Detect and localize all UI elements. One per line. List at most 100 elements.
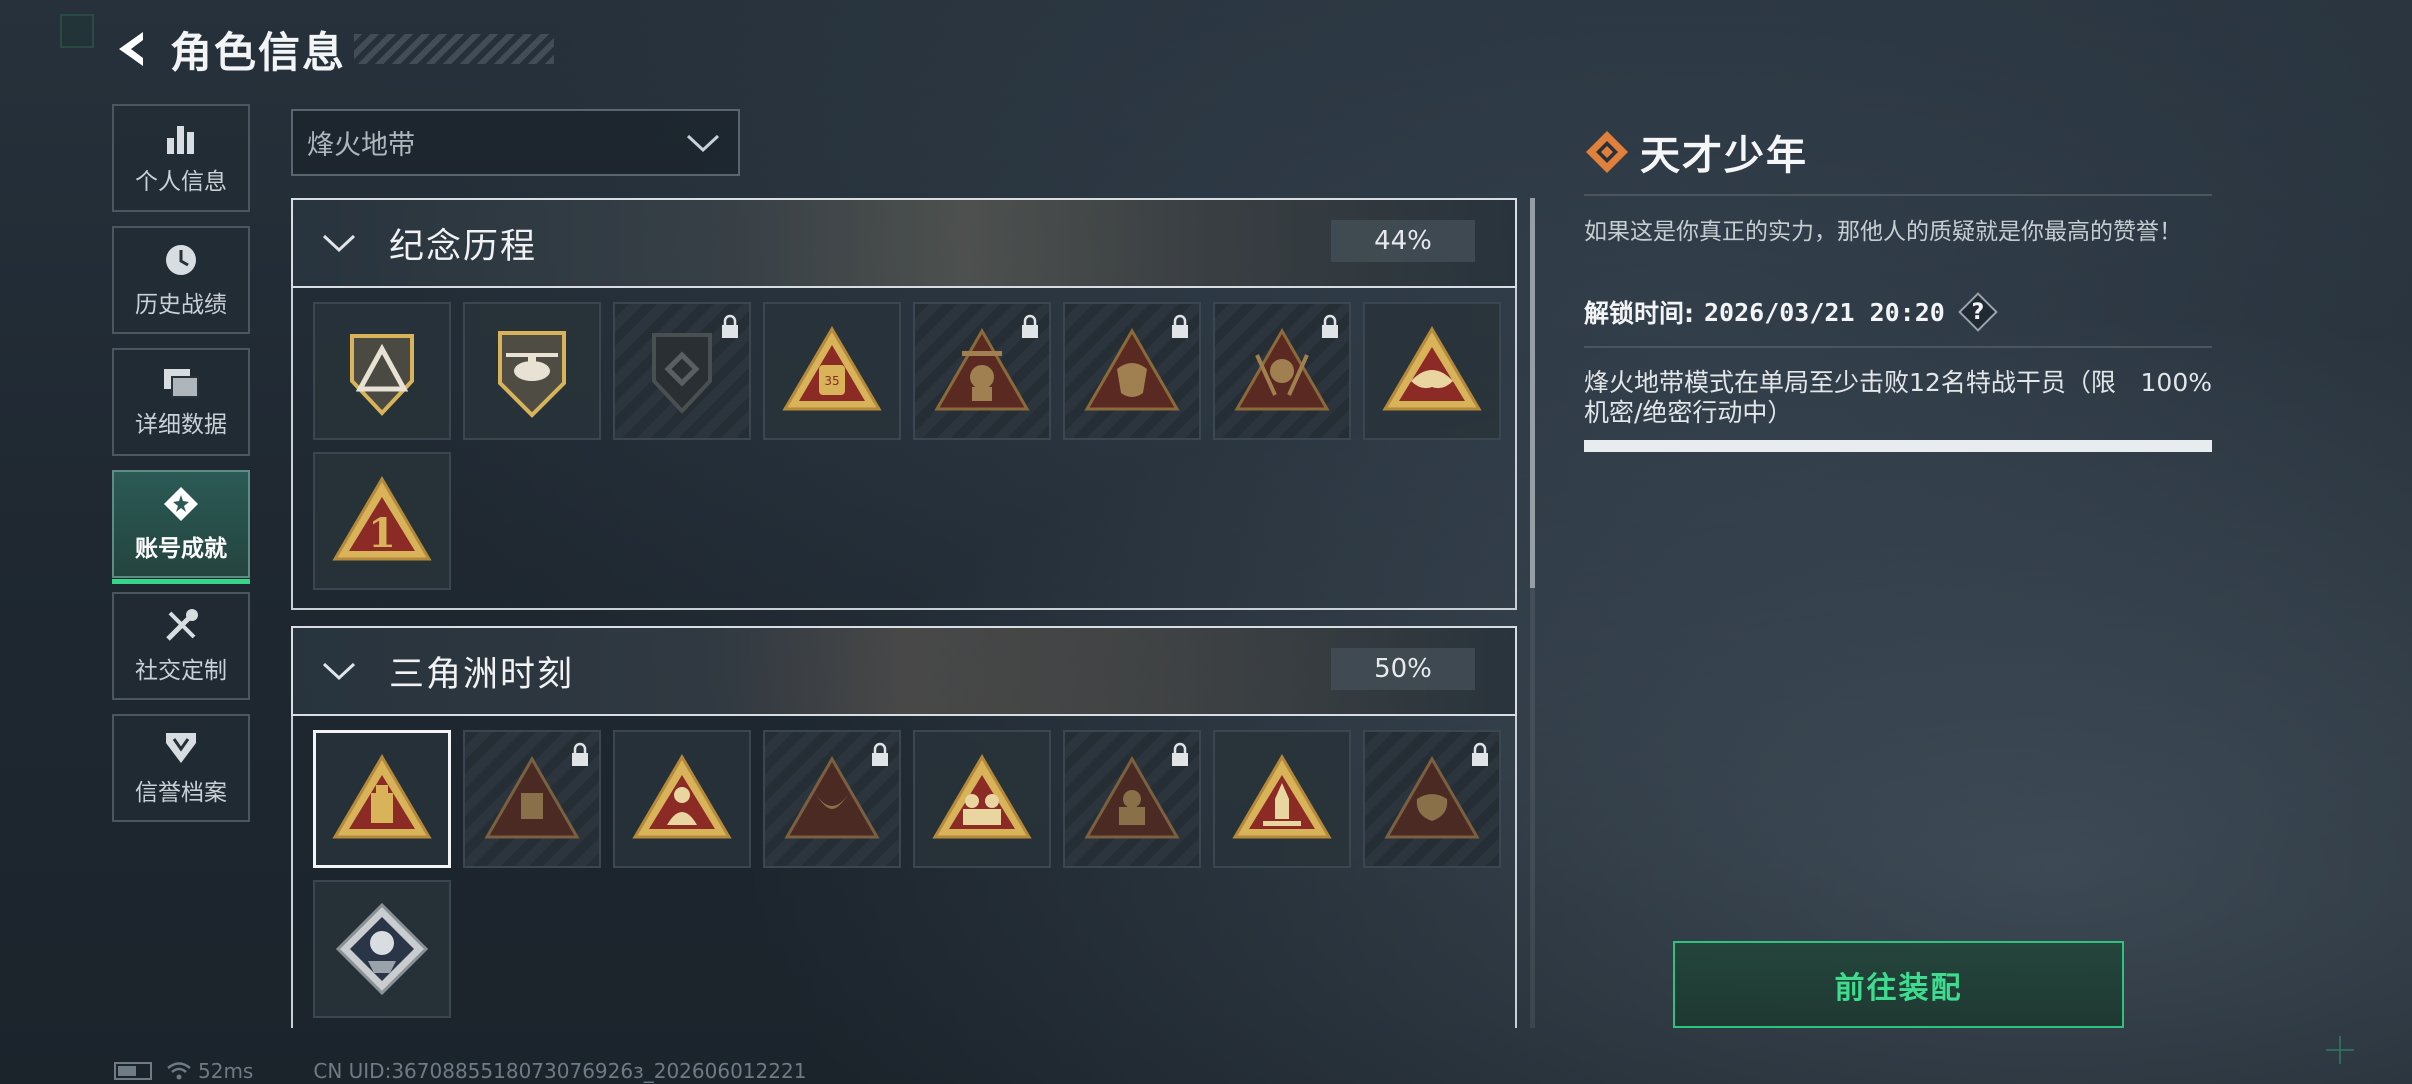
sidebar-item-achievements[interactable]: 账号成就	[112, 470, 250, 584]
corner-decoration	[60, 14, 94, 48]
sidebar-item-credit[interactable]: 信誉档案	[112, 714, 250, 822]
backpack-35-badge-icon: 35	[782, 326, 882, 411]
triangle-mountain-badge-icon	[350, 334, 414, 416]
section-title: 纪念历程	[389, 226, 538, 267]
sidebar-item-label: 账号成就	[135, 536, 227, 562]
section-progress: 50%	[1331, 648, 1475, 690]
rose-badge-icon	[335, 902, 429, 996]
divider	[1584, 346, 2212, 348]
svg-text:1: 1	[368, 510, 396, 557]
unlock-time-label: 解锁时间:	[1584, 299, 1694, 328]
section-body-delta-moments	[291, 716, 1517, 1028]
achievement-badge[interactable]	[1063, 302, 1201, 440]
helicopter-badge-icon	[498, 331, 566, 418]
achievement-badge[interactable]	[1363, 730, 1501, 868]
achievement-detail-panel: 天才少年 如果这是你真正的实力，那他人的质疑就是你最高的赞誉！ 解锁时间: 20…	[1584, 124, 2212, 452]
achievement-badge[interactable]	[913, 730, 1051, 868]
wifi-icon	[167, 1062, 191, 1080]
team-badge-icon	[932, 754, 1032, 839]
achievement-icon	[164, 487, 198, 521]
lock-icon	[1172, 314, 1188, 338]
achievement-badge[interactable]	[1063, 730, 1201, 868]
section-header-memorial[interactable]: 纪念历程 44%	[291, 198, 1517, 288]
lock-icon	[1472, 742, 1488, 766]
achievement-badge[interactable]	[463, 302, 601, 440]
help-label: ?	[1971, 299, 1985, 325]
section-body-memorial: 35 1	[291, 288, 1517, 610]
achievement-badge[interactable]	[1213, 730, 1351, 868]
number-one-badge-icon: 1	[332, 476, 432, 561]
lock-icon	[1322, 314, 1338, 338]
sidebar-item-label: 历史战绩	[135, 292, 227, 318]
requirement-progress-bar	[1584, 440, 2212, 452]
status-bar: 52ms CN UID:3670885518073076926з_2026060…	[114, 1058, 806, 1084]
unlock-time-value: 2026/03/21 20:20	[1704, 297, 1945, 327]
achievement-list: 纪念历程 44% 35 1 三角洲时刻 50%	[291, 198, 1517, 1028]
uid-text: CN UID:3670885518073076926з_202606012221	[313, 1059, 807, 1083]
back-button[interactable]	[110, 25, 158, 73]
sidebar-item-profile[interactable]: 个人信息	[112, 104, 250, 212]
sidebar-item-label: 社交定制	[135, 658, 227, 684]
corner-plus-icon	[2326, 1036, 2354, 1064]
shield-emblem-badge-icon	[652, 333, 712, 414]
ping-value: 52ms	[198, 1059, 254, 1083]
sidebar-item-details[interactable]: 详细数据	[112, 348, 250, 456]
chevron-down-icon	[686, 134, 720, 152]
requirement-percent: 100%	[2140, 368, 2212, 397]
bar-chart-icon	[167, 126, 194, 154]
lock-icon	[1172, 742, 1188, 766]
progress-fill	[1584, 440, 2212, 452]
lock-icon	[572, 742, 588, 766]
achievement-badge[interactable]	[913, 302, 1051, 440]
hat-badge-icon	[1382, 326, 1482, 411]
achievement-title: 天才少年	[1640, 133, 1808, 179]
go-equip-label: 前往装配	[1834, 970, 1963, 1006]
usb-drive-badge-icon	[332, 754, 432, 839]
achievement-description: 如果这是你真正的实力，那他人的质疑就是你最高的赞誉！	[1584, 219, 2182, 245]
go-equip-button[interactable]: 前往装配	[1673, 941, 2124, 1028]
lock-icon	[1022, 314, 1038, 338]
achievement-diamond-icon	[1586, 131, 1628, 173]
history-icon	[166, 245, 196, 275]
lock-icon	[722, 314, 738, 338]
header: 角色信息	[110, 22, 555, 77]
mode-dropdown[interactable]: 烽火地带	[291, 109, 740, 176]
section-progress: 44%	[1331, 220, 1475, 262]
chevron-down-icon	[322, 234, 356, 253]
sidebar-item-history[interactable]: 历史战绩	[112, 226, 250, 334]
achievement-badge[interactable]	[1213, 302, 1351, 440]
sidebar: 个人信息 历史战绩 详细数据 账号成就 社交定制 信誉档案	[112, 104, 250, 836]
achievement-badge[interactable]	[1363, 302, 1501, 440]
section-header-delta-moments[interactable]: 三角洲时刻 50%	[291, 626, 1517, 716]
help-button[interactable]: ?	[1958, 292, 1998, 332]
dropdown-value: 烽火地带	[307, 130, 415, 161]
divider	[1584, 194, 2212, 196]
achievement-badge[interactable]	[313, 302, 451, 440]
back-arrow-icon	[119, 32, 143, 66]
cards-icon	[164, 369, 199, 398]
title-decoration	[354, 34, 555, 64]
svg-text:35: 35	[824, 374, 839, 388]
achievement-badge[interactable]	[613, 302, 751, 440]
section-title: 三角洲时刻	[389, 654, 575, 695]
sidebar-item-label: 信誉档案	[135, 780, 227, 806]
sidebar-item-label: 详细数据	[135, 412, 227, 438]
achievement-badge[interactable]: 1	[313, 452, 451, 590]
requirement-text: 烽火地带模式在单局至少击败12名特战干员（限机密/绝密行动中）	[1584, 368, 2116, 427]
achievement-badge[interactable]: 35	[763, 302, 901, 440]
figure-badge-icon	[632, 754, 732, 839]
sidebar-item-social[interactable]: 社交定制	[112, 592, 250, 700]
battery-icon	[114, 1062, 152, 1080]
tools-icon	[166, 609, 198, 641]
achievement-badge[interactable]	[313, 880, 451, 1018]
achievement-badge[interactable]	[763, 730, 901, 868]
rocket-badge-icon	[1232, 754, 1332, 839]
achievement-badge[interactable]	[613, 730, 751, 868]
chevron-down-icon	[322, 662, 356, 681]
scrollbar-thumb[interactable]	[1530, 198, 1535, 588]
lock-icon	[872, 742, 888, 766]
achievement-badge[interactable]	[463, 730, 601, 868]
page-title: 角色信息	[170, 27, 347, 77]
achievement-badge[interactable]	[313, 730, 451, 868]
sidebar-item-label: 个人信息	[135, 169, 227, 195]
